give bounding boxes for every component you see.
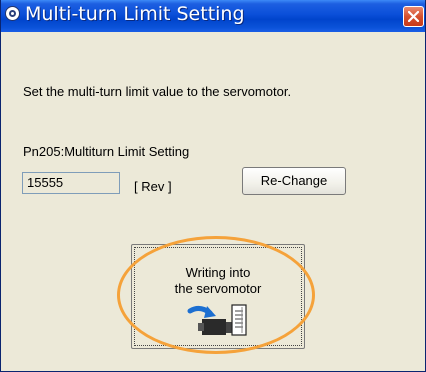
app-icon bbox=[5, 6, 20, 21]
unit-label: [ Rev ] bbox=[134, 179, 172, 194]
title-bar[interactable]: Multi-turn Limit Setting bbox=[1, 0, 425, 32]
multiturn-limit-dialog: Multi-turn Limit Setting Set the multi-t… bbox=[0, 0, 426, 372]
write-button-label-line1: Writing into bbox=[185, 265, 251, 280]
write-button-label: Writing into the servomotor bbox=[132, 265, 304, 297]
write-into-servomotor-button[interactable]: Writing into the servomotor bbox=[131, 244, 305, 349]
close-button[interactable] bbox=[403, 6, 424, 27]
parameter-label: Pn205:Multiturn Limit Setting bbox=[23, 144, 190, 159]
close-icon bbox=[408, 11, 419, 22]
instruction-text: Set the multi-turn limit value to the se… bbox=[23, 84, 292, 99]
write-button-label-line2: the servomotor bbox=[174, 281, 262, 296]
window-title: Multi-turn Limit Setting bbox=[25, 3, 245, 25]
servomotor-write-icon bbox=[187, 304, 247, 336]
multiturn-limit-value-field: 15555 bbox=[22, 172, 120, 194]
rechange-button[interactable]: Re-Change bbox=[242, 167, 346, 195]
